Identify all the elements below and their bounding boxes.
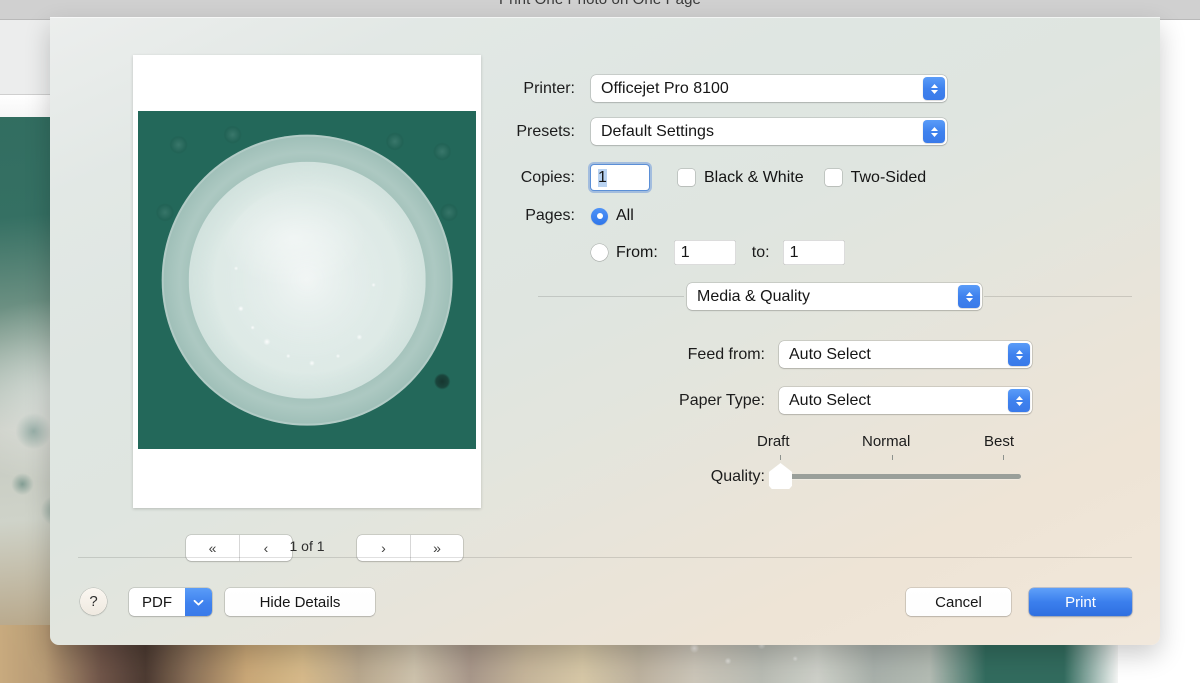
chevron-down-icon bbox=[965, 297, 974, 303]
feed-from-row: Feed from: Auto Select bbox=[595, 341, 1032, 368]
chevron-down-icon bbox=[930, 132, 939, 138]
pages-to-label: to: bbox=[751, 243, 770, 261]
pages-from-input[interactable]: 1 bbox=[673, 240, 736, 265]
chevron-down-icon bbox=[1015, 355, 1024, 361]
printer-value: Officejet Pro 8100 bbox=[601, 79, 729, 97]
two-sided-checkbox[interactable]: Two-Sided bbox=[824, 168, 927, 187]
feed-from-stepper-icon[interactable] bbox=[1008, 343, 1030, 366]
paper-type-value: Auto Select bbox=[789, 391, 871, 409]
chevron-down-icon[interactable] bbox=[185, 588, 212, 616]
photo-flower-highlight bbox=[219, 185, 395, 362]
pages-all-radio[interactable]: All bbox=[591, 207, 634, 225]
quality-slider-track[interactable] bbox=[781, 474, 1021, 479]
quality-tick-normal: Normal bbox=[862, 433, 911, 450]
feed-from-label: Feed from: bbox=[687, 345, 765, 363]
pages-from-label: From: bbox=[616, 243, 658, 261]
paper-type-label: Paper Type: bbox=[679, 391, 765, 409]
print-button[interactable]: Print bbox=[1029, 588, 1132, 616]
window-title: Print One Photo on One Page bbox=[0, 0, 1200, 8]
quality-tick-draft: Draft bbox=[757, 433, 790, 450]
pages-row-range: From: 1 to: 1 bbox=[591, 240, 845, 265]
checkbox-box bbox=[678, 169, 695, 186]
quality-slider-thumb[interactable] bbox=[769, 463, 792, 489]
printer-select[interactable]: Officejet Pro 8100 bbox=[591, 75, 947, 102]
quality-tick-mark-draft bbox=[780, 455, 781, 460]
feed-from-select[interactable]: Auto Select bbox=[779, 341, 1032, 368]
printer-row: Printer: Officejet Pro 8100 bbox=[480, 75, 947, 102]
feed-from-value: Auto Select bbox=[789, 345, 871, 363]
two-sided-label: Two-Sided bbox=[850, 168, 927, 186]
background-window-fragment bbox=[0, 20, 52, 95]
black-and-white-label: Black & White bbox=[704, 168, 804, 186]
dialog-toolbar: ? PDF Hide Details Cancel Print bbox=[50, 577, 1160, 637]
copies-row: Copies: 1 Black & White Two-Sided bbox=[480, 165, 926, 190]
printer-label: Printer: bbox=[523, 79, 575, 97]
print-pane-stepper-icon[interactable] bbox=[958, 285, 980, 308]
pages-to-input[interactable]: 1 bbox=[782, 240, 845, 265]
radio-indicator bbox=[591, 207, 608, 225]
pdf-button-label: PDF bbox=[142, 593, 172, 611]
toolbar-divider bbox=[78, 557, 1132, 558]
pages-from-radio[interactable]: From: bbox=[591, 244, 658, 262]
quality-tick-mark-normal bbox=[892, 455, 893, 460]
checkbox-box bbox=[824, 169, 842, 186]
print-pane-value: Media & Quality bbox=[697, 287, 810, 305]
pdf-button[interactable]: PDF bbox=[129, 588, 212, 616]
black-and-white-checkbox[interactable]: Black & White bbox=[678, 169, 804, 187]
copies-value: 1 bbox=[598, 168, 607, 187]
pages-label: Pages: bbox=[525, 207, 575, 224]
presets-label: Presets: bbox=[516, 122, 575, 140]
chevron-down-icon bbox=[1015, 401, 1024, 407]
cancel-button[interactable]: Cancel bbox=[906, 588, 1011, 616]
screen: Print One Photo on One Page « ‹ 1 of 1 bbox=[0, 0, 1200, 683]
printer-stepper-icon[interactable] bbox=[923, 77, 945, 100]
pages-to-value: 1 bbox=[789, 243, 799, 261]
print-preview bbox=[133, 55, 481, 508]
background-window-fragment-lower bbox=[0, 95, 52, 117]
presets-row: Presets: Default Settings bbox=[480, 118, 947, 145]
paper-type-row: Paper Type: Auto Select bbox=[595, 387, 1032, 414]
quality-tick-best: Best bbox=[984, 433, 1015, 450]
presets-select[interactable]: Default Settings bbox=[591, 118, 947, 145]
pages-from-value: 1 bbox=[680, 243, 690, 261]
pages-row-all: Pages: All bbox=[480, 207, 634, 225]
copies-input[interactable]: 1 bbox=[591, 165, 649, 190]
radio-indicator bbox=[591, 244, 608, 261]
pane-divider-right bbox=[984, 296, 1132, 297]
preview-page bbox=[133, 55, 481, 508]
copies-label: Copies: bbox=[520, 168, 575, 186]
presets-value: Default Settings bbox=[601, 122, 714, 140]
paper-type-select[interactable]: Auto Select bbox=[779, 387, 1032, 414]
preview-photo-image bbox=[138, 111, 476, 449]
print-pane-select[interactable]: Media & Quality bbox=[687, 283, 982, 310]
pages-all-label: All bbox=[616, 207, 634, 224]
hide-details-button[interactable]: Hide Details bbox=[225, 588, 375, 616]
pane-divider-left bbox=[538, 296, 684, 297]
chevron-down-icon bbox=[930, 89, 939, 95]
print-dialog: « ‹ 1 of 1 › » Printer: Officejet Pro 81… bbox=[50, 17, 1160, 645]
quality-tick-mark-best bbox=[1003, 455, 1004, 460]
quality-label: Quality: bbox=[710, 468, 765, 485]
help-button[interactable]: ? bbox=[80, 588, 107, 615]
paper-type-stepper-icon[interactable] bbox=[1008, 389, 1030, 412]
presets-stepper-icon[interactable] bbox=[923, 120, 945, 143]
